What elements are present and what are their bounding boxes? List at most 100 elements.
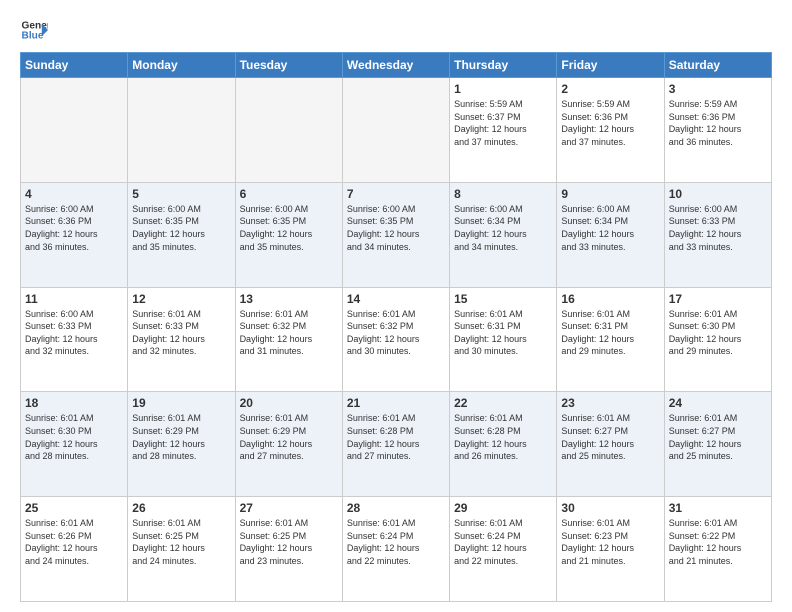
day-number: 2 (561, 82, 659, 96)
day-info: Sunrise: 5:59 AM Sunset: 6:36 PM Dayligh… (561, 98, 659, 148)
calendar-day-cell: 7 Sunrise: 6:00 AM Sunset: 6:35 PM Daylig… (342, 182, 449, 287)
calendar-week-row: 4 Sunrise: 6:00 AM Sunset: 6:36 PM Daylig… (21, 182, 772, 287)
day-info: Sunrise: 6:01 AM Sunset: 6:30 PM Dayligh… (669, 308, 767, 358)
day-number: 18 (25, 396, 123, 410)
day-info: Sunrise: 6:01 AM Sunset: 6:32 PM Dayligh… (347, 308, 445, 358)
calendar-day-cell: 6Sunrise: 6:00 AM Sunset: 6:35 PM Daylig… (235, 182, 342, 287)
day-number: 29 (454, 501, 552, 515)
day-info: Sunrise: 6:01 AM Sunset: 6:24 PM Dayligh… (347, 517, 445, 567)
calendar-week-row: 1 Sunrise: 5:59 AM Sunset: 6:37 PM Daylig… (21, 78, 772, 183)
day-number: 24 (669, 396, 767, 410)
day-info: Sunrise: 6:01 AM Sunset: 6:28 PM Dayligh… (454, 412, 552, 462)
calendar-day-cell: 28 Sunrise: 6:01 AM Sunset: 6:24 PM Dayli… (342, 497, 449, 602)
calendar-day-cell: 18 Sunrise: 6:01 AM Sunset: 6:30 PM Dayli… (21, 392, 128, 497)
day-info: Sunrise: 6:00 AM Sunset: 6:36 PM Dayligh… (25, 203, 123, 253)
day-info: Sunrise: 6:01 AM Sunset: 6:30 PM Dayligh… (25, 412, 123, 462)
day-number: 9 (561, 187, 659, 201)
day-number: 27 (240, 501, 338, 515)
day-info: Sunrise: 6:01 AM Sunset: 6:29 PM Dayligh… (132, 412, 230, 462)
calendar-day-cell: 24 Sunrise: 6:01 AM Sunset: 6:27 PM Dayli… (664, 392, 771, 497)
calendar-day-cell: 19 Sunrise: 6:01 AM Sunset: 6:29 PM Dayli… (128, 392, 235, 497)
calendar-week-row: 11Sunrise: 6:00 AM Sunset: 6:33 PM Dayli… (21, 287, 772, 392)
day-number: 16 (561, 292, 659, 306)
calendar-day-cell: 15 Sunrise: 6:01 AM Sunset: 6:31 PM Dayli… (450, 287, 557, 392)
calendar-day-header: Sunday (21, 53, 128, 78)
day-number: 12 (132, 292, 230, 306)
calendar-day-header: Wednesday (342, 53, 449, 78)
day-info: Sunrise: 6:01 AM Sunset: 6:31 PM Dayligh… (561, 308, 659, 358)
day-number: 3 (669, 82, 767, 96)
day-info: Sunrise: 6:01 AM Sunset: 6:25 PM Dayligh… (240, 517, 338, 567)
day-info: Sunrise: 5:59 AM Sunset: 6:37 PM Dayligh… (454, 98, 552, 148)
calendar-day-header: Thursday (450, 53, 557, 78)
day-number: 11 (25, 292, 123, 306)
calendar-day-header: Saturday (664, 53, 771, 78)
calendar-day-cell (21, 78, 128, 183)
calendar-day-cell: 25Sunrise: 6:01 AM Sunset: 6:26 PM Dayli… (21, 497, 128, 602)
day-number: 8 (454, 187, 552, 201)
day-number: 10 (669, 187, 767, 201)
calendar-day-cell (128, 78, 235, 183)
day-number: 15 (454, 292, 552, 306)
calendar-day-cell: 10 Sunrise: 6:00 AM Sunset: 6:33 PM Dayli… (664, 182, 771, 287)
day-info: Sunrise: 6:00 AM Sunset: 6:34 PM Dayligh… (561, 203, 659, 253)
logo: General Blue (20, 16, 48, 44)
calendar-day-cell: 23Sunrise: 6:01 AM Sunset: 6:27 PM Dayli… (557, 392, 664, 497)
day-number: 1 (454, 82, 552, 96)
calendar-day-header: Monday (128, 53, 235, 78)
day-info: Sunrise: 6:00 AM Sunset: 6:35 PM Dayligh… (132, 203, 230, 253)
calendar-day-cell: 1 Sunrise: 5:59 AM Sunset: 6:37 PM Daylig… (450, 78, 557, 183)
day-info: Sunrise: 6:01 AM Sunset: 6:27 PM Dayligh… (561, 412, 659, 462)
day-info: Sunrise: 6:00 AM Sunset: 6:35 PM Dayligh… (240, 203, 338, 253)
day-info: Sunrise: 6:00 AM Sunset: 6:34 PM Dayligh… (454, 203, 552, 253)
calendar-day-cell: 31Sunrise: 6:01 AM Sunset: 6:22 PM Dayli… (664, 497, 771, 602)
calendar-day-cell: 30Sunrise: 6:01 AM Sunset: 6:23 PM Dayli… (557, 497, 664, 602)
calendar-day-cell: 9 Sunrise: 6:00 AM Sunset: 6:34 PM Daylig… (557, 182, 664, 287)
calendar-day-cell: 2 Sunrise: 5:59 AM Sunset: 6:36 PM Daylig… (557, 78, 664, 183)
logo-icon: General Blue (20, 16, 48, 44)
calendar-header-row: SundayMondayTuesdayWednesdayThursdayFrid… (21, 53, 772, 78)
calendar-week-row: 18 Sunrise: 6:01 AM Sunset: 6:30 PM Dayli… (21, 392, 772, 497)
svg-text:Blue: Blue (22, 31, 44, 42)
day-number: 30 (561, 501, 659, 515)
calendar-day-header: Friday (557, 53, 664, 78)
calendar-day-cell: 5 Sunrise: 6:00 AM Sunset: 6:35 PM Daylig… (128, 182, 235, 287)
calendar-day-cell: 13Sunrise: 6:01 AM Sunset: 6:32 PM Dayli… (235, 287, 342, 392)
calendar-day-cell: 3 Sunrise: 5:59 AM Sunset: 6:36 PM Daylig… (664, 78, 771, 183)
day-info: Sunrise: 6:01 AM Sunset: 6:31 PM Dayligh… (454, 308, 552, 358)
calendar-day-cell: 21Sunrise: 6:01 AM Sunset: 6:28 PM Dayli… (342, 392, 449, 497)
day-number: 7 (347, 187, 445, 201)
calendar-day-cell: 8 Sunrise: 6:00 AM Sunset: 6:34 PM Daylig… (450, 182, 557, 287)
day-info: Sunrise: 6:01 AM Sunset: 6:27 PM Dayligh… (669, 412, 767, 462)
day-info: Sunrise: 6:00 AM Sunset: 6:35 PM Dayligh… (347, 203, 445, 253)
day-info: Sunrise: 6:01 AM Sunset: 6:24 PM Dayligh… (454, 517, 552, 567)
day-number: 14 (347, 292, 445, 306)
day-number: 5 (132, 187, 230, 201)
day-info: Sunrise: 6:01 AM Sunset: 6:29 PM Dayligh… (240, 412, 338, 462)
calendar-day-cell: 29 Sunrise: 6:01 AM Sunset: 6:24 PM Dayli… (450, 497, 557, 602)
calendar-week-row: 25Sunrise: 6:01 AM Sunset: 6:26 PM Dayli… (21, 497, 772, 602)
day-info: Sunrise: 6:01 AM Sunset: 6:26 PM Dayligh… (25, 517, 123, 567)
day-number: 28 (347, 501, 445, 515)
day-number: 17 (669, 292, 767, 306)
calendar-day-cell: 11Sunrise: 6:00 AM Sunset: 6:33 PM Dayli… (21, 287, 128, 392)
calendar-day-cell: 16 Sunrise: 6:01 AM Sunset: 6:31 PM Dayli… (557, 287, 664, 392)
day-info: Sunrise: 5:59 AM Sunset: 6:36 PM Dayligh… (669, 98, 767, 148)
day-number: 26 (132, 501, 230, 515)
day-info: Sunrise: 6:01 AM Sunset: 6:25 PM Dayligh… (132, 517, 230, 567)
calendar-day-cell: 17 Sunrise: 6:01 AM Sunset: 6:30 PM Dayli… (664, 287, 771, 392)
day-number: 20 (240, 396, 338, 410)
calendar-day-cell: 20 Sunrise: 6:01 AM Sunset: 6:29 PM Dayli… (235, 392, 342, 497)
calendar-day-cell (235, 78, 342, 183)
day-number: 19 (132, 396, 230, 410)
calendar-day-cell: 26 Sunrise: 6:01 AM Sunset: 6:25 PM Dayli… (128, 497, 235, 602)
day-info: Sunrise: 6:01 AM Sunset: 6:33 PM Dayligh… (132, 308, 230, 358)
day-number: 4 (25, 187, 123, 201)
day-number: 31 (669, 501, 767, 515)
day-number: 13 (240, 292, 338, 306)
calendar-day-cell (342, 78, 449, 183)
day-info: Sunrise: 6:00 AM Sunset: 6:33 PM Dayligh… (669, 203, 767, 253)
day-number: 22 (454, 396, 552, 410)
page: General Blue SundayMondayTuesdayWednesda… (0, 0, 792, 612)
calendar-day-cell: 4 Sunrise: 6:00 AM Sunset: 6:36 PM Daylig… (21, 182, 128, 287)
